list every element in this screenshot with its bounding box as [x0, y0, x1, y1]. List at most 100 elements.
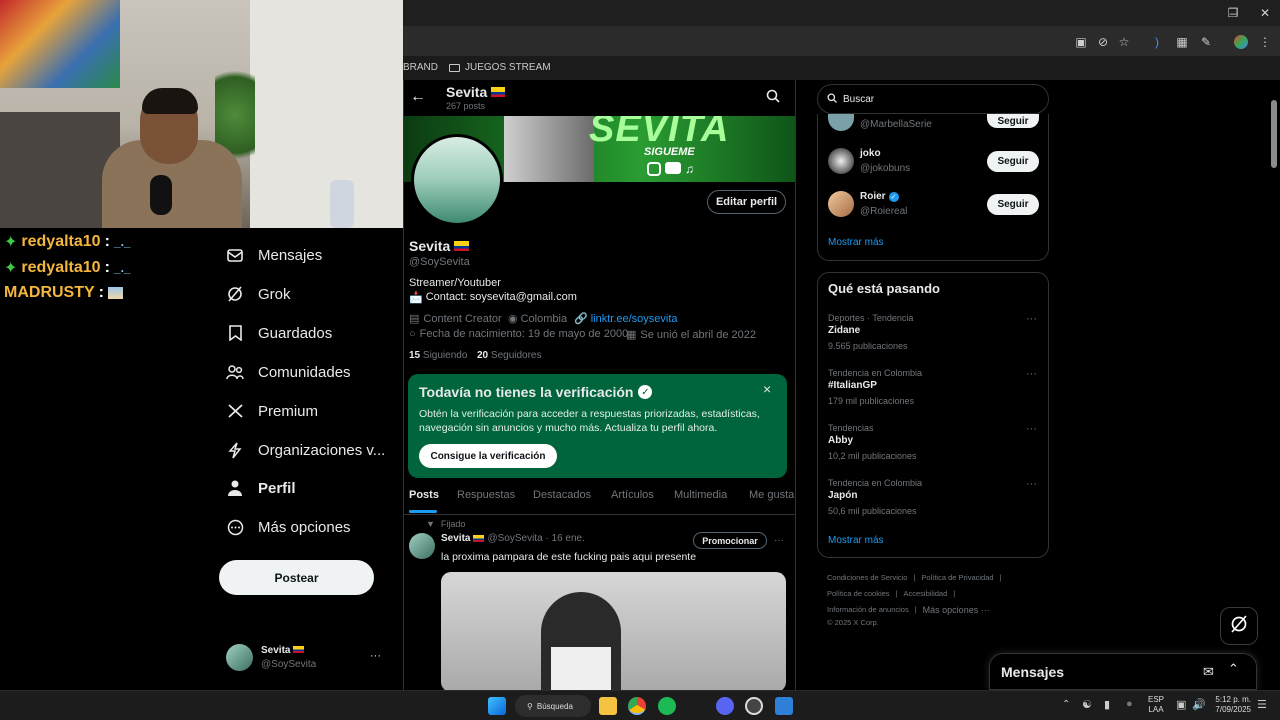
notepad-icon[interactable] — [775, 697, 793, 715]
extension-icon[interactable]: ) — [1150, 35, 1164, 49]
chrome-icon[interactable] — [628, 697, 646, 715]
follow-handle: @Roiereal — [860, 206, 908, 217]
maximize-icon[interactable]: ❐ — [1226, 6, 1240, 20]
water-bottle — [330, 180, 354, 228]
scrollbar-thumb[interactable] — [1271, 100, 1277, 168]
colombia-flag-icon — [473, 535, 485, 542]
nav-item-mensajes[interactable]: Mensajes — [226, 242, 322, 268]
language-indicator[interactable]: ESP LAA — [1148, 695, 1164, 715]
follow-button[interactable]: Seguir — [987, 114, 1039, 128]
footer-link[interactable]: Condiciones de Servicio — [827, 573, 907, 582]
profile-avatar[interactable] — [411, 134, 503, 226]
profile-link[interactable]: 🔗 linktr.ee/soysevita — [574, 312, 678, 326]
new-message-icon[interactable]: ✉ — [1203, 664, 1214, 680]
account-more-icon[interactable]: ··· — [370, 650, 381, 662]
footer-link[interactable]: Más opciones ··· — [923, 605, 990, 615]
trends-title: Qué está pasando — [828, 281, 940, 296]
follow-handle: @MarbellaSerie — [860, 119, 932, 130]
trend-more-icon[interactable]: ··· — [1026, 478, 1037, 490]
expand-icon[interactable]: ⌃ — [1228, 661, 1239, 677]
bookmarks-bar: BRAND JUEGOS STREAM — [403, 56, 1280, 80]
trend-more-icon[interactable]: ··· — [1026, 368, 1037, 380]
tab-articulos[interactable]: Artículos — [611, 489, 654, 501]
trend-context: Tendencia en Colombia — [828, 368, 923, 378]
post-button[interactable]: Postear — [219, 560, 374, 595]
nav-item-organizaciones[interactable]: Organizaciones v... — [226, 437, 385, 463]
follow-handle: @jokobuns — [860, 163, 911, 174]
trends-show-more-link[interactable]: Mostrar más — [828, 535, 884, 546]
nav-item-mas-opciones[interactable]: Más opciones — [226, 514, 351, 540]
youtube-icon — [665, 162, 681, 174]
account-switcher[interactable]: Sevita @SoySevita ··· — [226, 644, 386, 674]
discord-icon[interactable] — [716, 697, 734, 715]
bookmark-brand[interactable]: BRAND — [403, 62, 438, 73]
install-app-icon[interactable]: ▣ — [1074, 35, 1088, 49]
trend-name[interactable]: #ItalianGP — [828, 380, 877, 391]
footer-link[interactable]: Política de cookies — [827, 589, 890, 598]
search-input[interactable]: Buscar — [817, 84, 1049, 114]
post-avatar[interactable] — [409, 533, 435, 559]
post-more-icon[interactable]: ··· — [774, 535, 784, 546]
tab-respuestas[interactable]: Respuestas — [457, 489, 515, 501]
trend-name[interactable]: Abby — [828, 435, 853, 446]
obs-icon[interactable] — [745, 697, 763, 715]
search-icon[interactable] — [766, 89, 780, 108]
bookmark-juegos-stream[interactable]: JUEGOS STREAM — [449, 62, 551, 73]
trend-context: Deportes · Tendencia — [828, 313, 914, 323]
post-image[interactable] — [441, 572, 786, 690]
chevron-up-icon[interactable]: ⌃ — [1062, 699, 1070, 710]
communities-icon — [226, 363, 244, 381]
messages-drawer[interactable]: Mensajes ✉ ⌃ — [989, 653, 1257, 690]
avatar[interactable] — [828, 148, 854, 174]
follow-button[interactable]: Seguir — [987, 151, 1039, 172]
footer-link[interactable]: Accesibilidad — [904, 589, 948, 598]
follow-button[interactable]: Seguir — [987, 194, 1039, 215]
address-bar[interactable] — [403, 30, 1063, 54]
close-icon[interactable]: × — [763, 381, 771, 397]
microphone-icon[interactable]: ● — [1126, 698, 1133, 710]
more-circle-icon — [226, 518, 244, 536]
nav-item-guardados[interactable]: Guardados — [226, 320, 332, 346]
nav-item-comunidades[interactable]: Comunidades — [226, 359, 351, 385]
profile-avatar-icon[interactable] — [1234, 35, 1248, 49]
volume-icon[interactable]: 🔊 — [1192, 698, 1206, 711]
tray-app-icon[interactable]: ☯ — [1082, 698, 1092, 711]
avatar[interactable] — [828, 191, 854, 217]
show-more-link[interactable]: Mostrar más — [828, 237, 884, 248]
tab-posts[interactable]: Posts — [409, 489, 439, 501]
tab-destacados[interactable]: Destacados — [533, 489, 591, 501]
battery-icon[interactable]: ▮ — [1104, 698, 1110, 711]
star-icon[interactable]: ☆ — [1117, 35, 1131, 49]
get-verified-button[interactable]: Consigue la verificación — [419, 444, 557, 468]
nav-item-perfil[interactable]: Perfil — [226, 475, 296, 501]
grok-fab[interactable] — [1220, 607, 1258, 645]
menu-kebab-icon[interactable]: ⋮ — [1258, 35, 1272, 49]
extension-icon[interactable]: ▦ — [1175, 35, 1189, 49]
taskbar-search[interactable]: ⚲ Búsqueda — [515, 695, 591, 717]
windows-start-icon[interactable] — [488, 697, 506, 715]
hide-icon[interactable]: ⊘ — [1096, 35, 1110, 49]
notification-icon[interactable]: ☰ — [1257, 698, 1267, 711]
nav-item-premium[interactable]: Premium — [226, 398, 318, 424]
tab-multimedia[interactable]: Multimedia — [674, 489, 727, 501]
spotify-icon[interactable] — [658, 697, 676, 715]
clock[interactable]: 5:12 p. m. 7/09/2025 — [1209, 695, 1251, 715]
file-explorer-icon[interactable] — [599, 697, 617, 715]
close-window-icon[interactable]: ✕ — [1258, 6, 1272, 20]
puzzle-icon[interactable]: ✎ — [1199, 35, 1213, 49]
footer-link[interactable]: Información de anuncios — [827, 605, 909, 615]
trend-more-icon[interactable]: ··· — [1026, 313, 1037, 325]
nav-item-grok[interactable]: Grok — [226, 281, 291, 307]
trend-more-icon[interactable]: ··· — [1026, 423, 1037, 435]
tab-me-gusta[interactable]: Me gusta — [749, 489, 794, 501]
trend-count: 10,2 mil publicaciones — [828, 451, 917, 461]
edit-profile-button[interactable]: Editar perfil — [707, 190, 786, 214]
promote-button[interactable]: Promocionar — [693, 532, 767, 549]
network-icon[interactable]: ▣ — [1176, 698, 1186, 711]
trend-name[interactable]: Japón — [828, 490, 857, 501]
back-arrow-icon[interactable]: ← — [410, 88, 426, 106]
footer-link[interactable]: Política de Privacidad — [921, 573, 993, 582]
following-link[interactable]: 15 Siguiendo — [409, 350, 467, 361]
trend-name[interactable]: Zidane — [828, 325, 860, 336]
followers-link[interactable]: 20 Seguidores — [477, 350, 542, 361]
